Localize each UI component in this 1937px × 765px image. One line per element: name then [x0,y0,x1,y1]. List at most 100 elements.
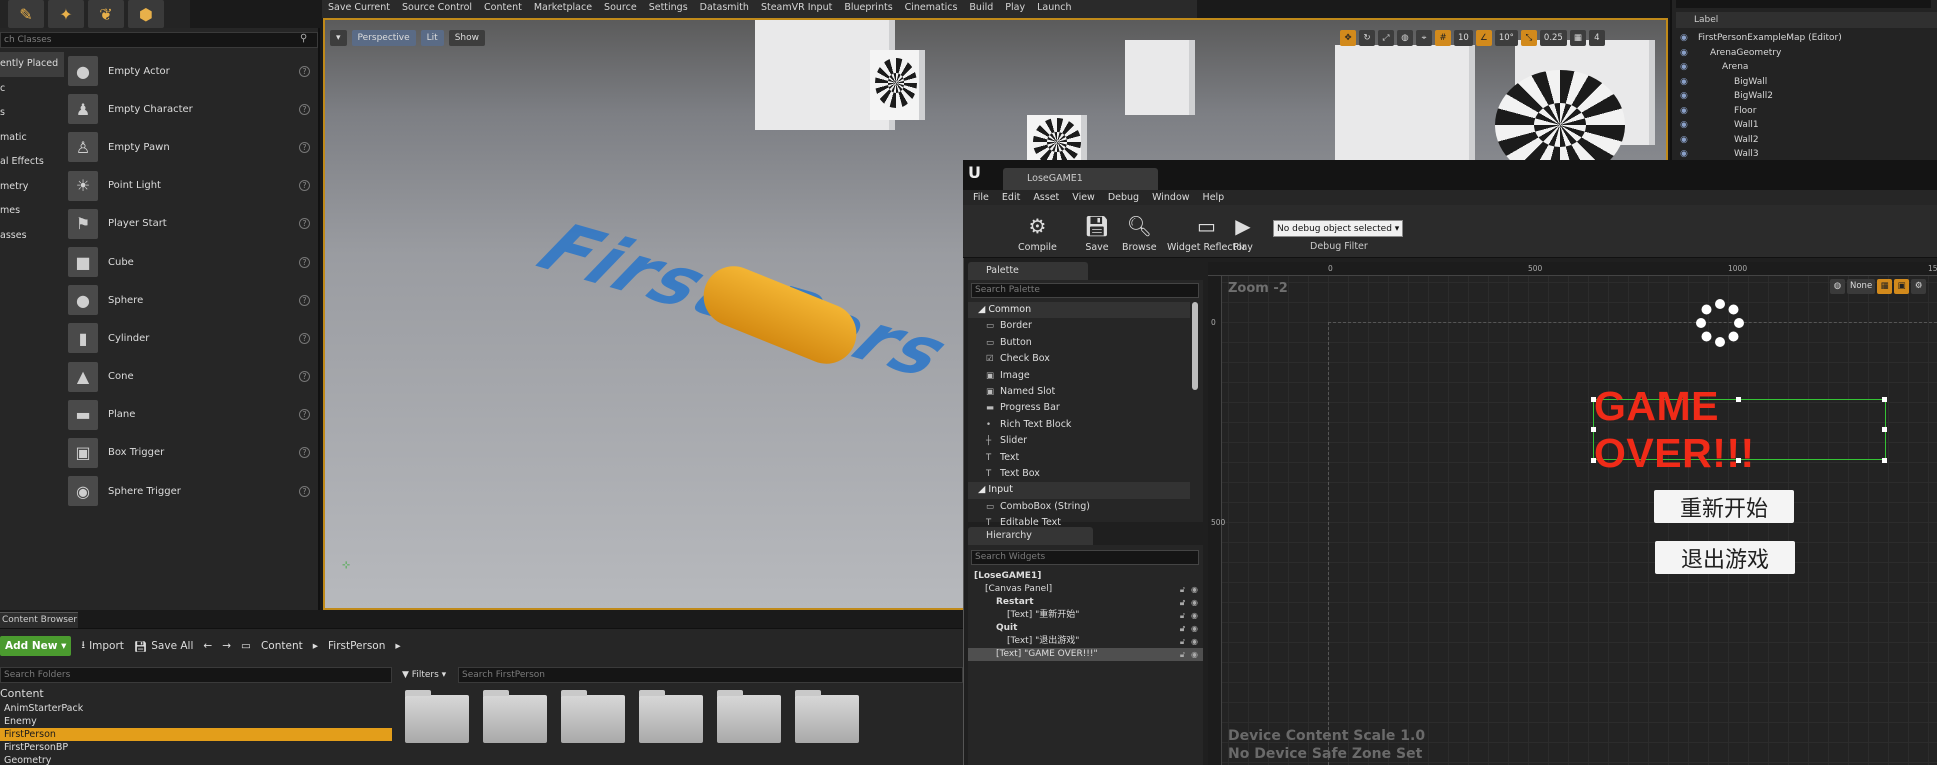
palette-tab[interactable]: Palette [968,262,1088,280]
visibility-eye-icon[interactable]: ◉ [1191,622,1198,635]
folder-search-input[interactable]: Search Folders [0,667,392,683]
asset-search-input[interactable]: Search FirstPerson [458,667,963,683]
show-button[interactable]: Show [448,30,485,46]
resize-handle[interactable] [1591,427,1596,432]
import-button[interactable]: ⭳ Import [81,637,124,655]
asset-tab[interactable]: LoseGAME1 [1003,168,1158,190]
category-item[interactable]: al Effects [0,150,64,175]
visibility-eye-icon[interactable]: ◉ [1680,31,1688,46]
menu-debug[interactable]: Debug [1108,190,1139,205]
toolbar-source-control[interactable]: Source Control [396,0,478,13]
grid-snap-icon[interactable]: ▦ [1877,279,1893,294]
help-icon[interactable]: ? [299,447,310,459]
collapse-arrow-icon[interactable]: ◢ [978,304,988,315]
palette-category[interactable]: ◢ Input [968,482,1190,499]
scale-snap-icon[interactable]: ⤡ [1520,30,1537,46]
category-item[interactable]: c [0,77,64,102]
outliner-label-column[interactable]: Label [1676,12,1937,28]
folder-tree-item[interactable]: Enemy [0,715,392,728]
collapse-arrow-icon[interactable]: ◢ [978,484,988,495]
history-forward-icon[interactable]: → [222,640,231,652]
screen-size-icon[interactable]: ◍ [1830,279,1845,294]
folder-tree-item[interactable]: Geometry [0,754,392,765]
scale-snap-value[interactable]: 0.25 [1539,30,1567,46]
outliner-item[interactable]: ◉ BigWall2 [1676,89,1937,104]
hierarchy-item[interactable]: [LoseGAME1] [968,570,1203,583]
help-icon[interactable]: ? [299,65,310,77]
camera-speed-value[interactable]: 4 [1588,30,1605,46]
rotate-icon[interactable]: ↻ [1359,30,1375,46]
folder-icon[interactable] [717,690,781,743]
resize-handle[interactable] [1736,397,1741,402]
filters-button[interactable]: ▼ Filters ▾ [402,667,446,683]
resize-handle[interactable] [1736,458,1741,463]
actor-item[interactable]: ☀ Point Light? [68,167,318,205]
world-icon[interactable]: ◍ [1397,30,1413,46]
browse-button[interactable]: 🔍︎ Browse [1122,209,1157,253]
category-item[interactable]: asses [0,224,64,249]
help-icon[interactable]: ? [299,294,310,306]
rotation-snap-icon[interactable]: ∠ [1475,30,1492,46]
breadcrumb-firstperson[interactable]: FirstPerson [328,640,385,652]
scale-mode-select[interactable]: None [1847,279,1876,294]
lit-button[interactable]: Lit [420,30,444,46]
hierarchy-item[interactable]: [Text] "GAME OVER!!!" 🔓︎ ◉ [968,648,1203,661]
category-item[interactable]: ently Placed [0,52,64,77]
help-icon[interactable]: ? [299,371,310,383]
toolbar-source[interactable]: Source [598,0,643,13]
folder-tree-item[interactable]: FirstPerson [0,728,392,741]
palette-item[interactable]: ☑ Check Box [968,351,1190,367]
toolbar-datasmith[interactable]: Datasmith [694,0,755,13]
scale-icon[interactable]: ⤢ [1378,30,1394,46]
toolbar-cinematics[interactable]: Cinematics [899,0,964,13]
category-item[interactable]: matic [0,126,64,151]
toolbar-settings[interactable]: Settings [643,0,694,13]
palette-item[interactable]: ▣ Image [968,368,1190,384]
actor-item[interactable]: ▬ Plane? [68,396,318,434]
restart-button[interactable]: 重新开始 [1654,490,1794,523]
surface-snap-icon[interactable]: ⌖ [1416,30,1432,46]
play-button[interactable]: ▶ Play [1228,209,1258,253]
menu-help[interactable]: Help [1203,190,1225,205]
geometry-mode-icon[interactable]: ⬢ [128,0,164,28]
toolbar-marketplace[interactable]: Marketplace [528,0,598,13]
perspective-button[interactable]: Perspective [351,30,416,46]
quit-button[interactable]: 退出游戏 [1655,541,1795,574]
visibility-eye-icon[interactable]: ◉ [1680,133,1688,148]
translate-icon[interactable]: ✥ [1340,30,1356,46]
folder-icon[interactable] [483,690,547,743]
lock-icon[interactable]: 🔓︎ [1180,648,1185,661]
toolbar-play[interactable]: Play [999,0,1031,13]
compile-button[interactable]: ⚙ Compile [1018,209,1057,253]
foliage-mode-icon[interactable]: ❦ [88,0,124,28]
palette-item[interactable]: ┼ Slider [968,433,1190,449]
actor-item[interactable]: ♙ Empty Pawn? [68,128,318,166]
hierarchy-item[interactable]: [Text] "退出游戏" 🔓︎ ◉ [968,635,1203,648]
hierarchy-tab[interactable]: Hierarchy [968,527,1093,545]
grid-snap-value[interactable]: 10 [1454,30,1473,46]
menu-window[interactable]: Window [1152,190,1189,205]
folder-icon[interactable] [561,690,625,743]
visibility-eye-icon[interactable]: ◉ [1680,60,1688,75]
game-over-text-widget[interactable]: GAME OVER!!! [1593,383,1886,476]
lock-icon[interactable]: ▣ [1894,279,1910,294]
lock-icon[interactable]: 🔓︎ [1180,635,1185,648]
folder-icon[interactable] [795,690,859,743]
menu-file[interactable]: File [973,190,989,205]
outliner-item[interactable]: ◉ FirstPersonExampleMap (Editor) [1676,31,1937,46]
help-icon[interactable]: ? [299,180,310,192]
category-item[interactable]: metry [0,175,64,200]
actor-item[interactable]: ▲ Cone? [68,358,318,396]
palette-item[interactable]: • Rich Text Block [968,417,1190,433]
outliner-item[interactable]: ◉ Arena [1676,60,1937,75]
actor-item[interactable]: ▣ Box Trigger? [68,434,318,472]
palette-item[interactable]: ▬ Progress Bar [968,400,1190,416]
toolbar-save-current[interactable]: Save Current [322,0,396,13]
help-icon[interactable]: ? [299,218,310,230]
palette-scrollbar[interactable] [1192,302,1198,390]
toolbar-build[interactable]: Build [963,0,999,13]
outliner-item[interactable]: ◉ Wall1 [1676,118,1937,133]
folder-tree-item[interactable]: Content [0,686,392,702]
visibility-eye-icon[interactable]: ◉ [1191,648,1198,661]
toolbar-blueprints[interactable]: Blueprints [838,0,898,13]
